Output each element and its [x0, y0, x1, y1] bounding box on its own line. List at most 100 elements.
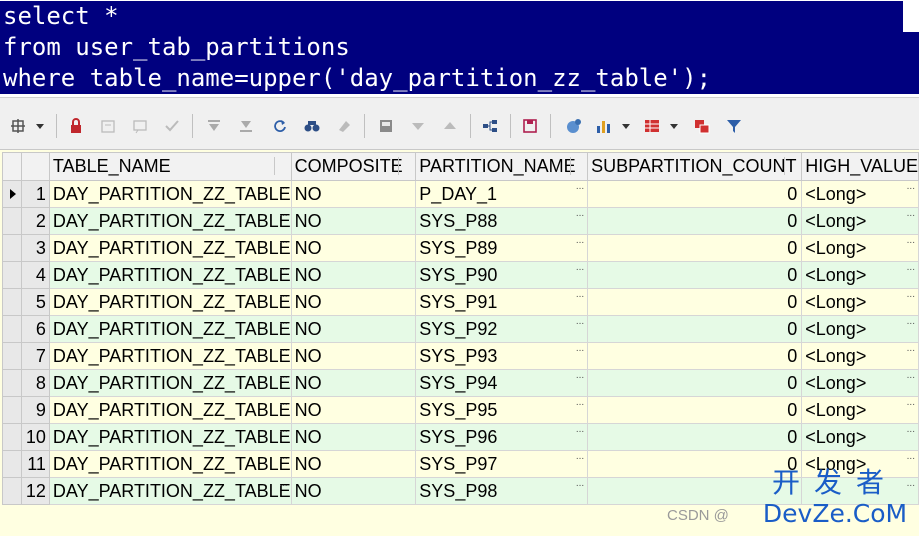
- cell-high-value[interactable]: <Long>...: [801, 342, 919, 370]
- cell-table-name[interactable]: DAY_PARTITION_ZZ_TABLE...: [48, 477, 292, 505]
- cell-high-value[interactable]: <Long>...: [801, 180, 919, 208]
- row-indicator[interactable]: [1, 315, 23, 343]
- save-disk-icon[interactable]: [520, 116, 540, 136]
- cell-high-value[interactable]: <Long>...: [801, 315, 919, 343]
- cell-composite[interactable]: NO: [290, 207, 417, 235]
- cell-composite[interactable]: NO: [290, 396, 417, 424]
- table-row[interactable]: 1 DAY_PARTITION_ZZ_TABLE... NO P_DAY_1... 0 <…: [1, 180, 919, 208]
- cell-composite[interactable]: NO: [290, 450, 417, 478]
- cell-composite[interactable]: NO: [290, 288, 417, 316]
- cell-partition-name[interactable]: SYS_P96...: [415, 423, 589, 451]
- post-edit-icon[interactable]: [162, 116, 182, 136]
- cell-ellipsis-button[interactable]: ...: [279, 371, 287, 381]
- find-icon[interactable]: [302, 116, 322, 136]
- row-indicator[interactable]: [1, 477, 23, 505]
- clear-icon[interactable]: [334, 116, 354, 136]
- lock-icon[interactable]: [66, 116, 86, 136]
- cell-composite[interactable]: NO: [290, 315, 417, 343]
- cell-partition-name[interactable]: SYS_P91...: [415, 288, 589, 316]
- cell-ellipsis-button[interactable]: ...: [576, 209, 584, 219]
- cell-table-name[interactable]: DAY_PARTITION_ZZ_TABLE...: [48, 450, 292, 478]
- cell-subpartition-count[interactable]: 0: [587, 342, 803, 370]
- table-row[interactable]: 3 DAY_PARTITION_ZZ_TABLE... NO SYS_P89... 0 <…: [1, 234, 919, 262]
- cell-high-value[interactable]: <Long>...: [801, 261, 919, 289]
- insert-record-icon[interactable]: [98, 116, 118, 136]
- cell-ellipsis-button[interactable]: ...: [576, 479, 584, 489]
- cell-composite[interactable]: NO: [290, 369, 417, 397]
- save-icon[interactable]: [376, 116, 396, 136]
- cell-high-value[interactable]: <Long>...: [801, 288, 919, 316]
- cell-partition-name[interactable]: SYS_P88...: [415, 207, 589, 235]
- cell-subpartition-count[interactable]: 0: [587, 234, 803, 262]
- sql-editor[interactable]: select * from user_tab_partitions where …: [0, 0, 919, 96]
- cell-ellipsis-button[interactable]: ...: [279, 290, 287, 300]
- cell-ellipsis-button[interactable]: ...: [279, 425, 287, 435]
- column-header-partition-name[interactable]: PARTITION_NAME: [415, 152, 589, 181]
- cell-ellipsis-button[interactable]: ...: [279, 236, 287, 246]
- cell-partition-name[interactable]: SYS_P93...: [415, 342, 589, 370]
- cell-ellipsis-button[interactable]: ...: [907, 452, 915, 462]
- cell-composite[interactable]: NO: [290, 261, 417, 289]
- row-number[interactable]: 10: [21, 423, 50, 451]
- row-number[interactable]: 9: [21, 396, 50, 424]
- cell-composite[interactable]: NO: [290, 477, 417, 505]
- cell-subpartition-count[interactable]: 0: [587, 369, 803, 397]
- cell-ellipsis-button[interactable]: ...: [279, 317, 287, 327]
- cell-partition-name[interactable]: SYS_P94...: [415, 369, 589, 397]
- cell-ellipsis-button[interactable]: ...: [279, 344, 287, 354]
- cell-table-name[interactable]: DAY_PARTITION_ZZ_TABLE...: [48, 234, 292, 262]
- cell-ellipsis-button[interactable]: ...: [576, 344, 584, 354]
- row-indicator[interactable]: [1, 423, 23, 451]
- chart-icon[interactable]: [594, 116, 614, 136]
- row-number[interactable]: 1: [21, 180, 50, 208]
- cell-subpartition-count[interactable]: 0: [587, 261, 803, 289]
- cell-composite[interactable]: NO: [290, 423, 417, 451]
- cell-table-name[interactable]: DAY_PARTITION_ZZ_TABLE...: [48, 342, 292, 370]
- first-record-icon[interactable]: [204, 116, 224, 136]
- table-row[interactable]: 8 DAY_PARTITION_ZZ_TABLE... NO SYS_P94... 0 <…: [1, 369, 919, 397]
- cell-high-value[interactable]: <Long>...: [801, 423, 919, 451]
- move-up-icon[interactable]: [440, 116, 460, 136]
- cell-ellipsis-button[interactable]: ...: [279, 263, 287, 273]
- cell-ellipsis-button[interactable]: ...: [576, 371, 584, 381]
- last-record-icon[interactable]: [236, 116, 256, 136]
- cell-table-name[interactable]: DAY_PARTITION_ZZ_TABLE...: [48, 180, 292, 208]
- row-number[interactable]: 4: [21, 261, 50, 289]
- cell-ellipsis-button[interactable]: ...: [907, 263, 915, 273]
- cell-partition-name[interactable]: SYS_P98...: [415, 477, 589, 505]
- cell-ellipsis-button[interactable]: ...: [576, 398, 584, 408]
- row-indicator[interactable]: [1, 450, 23, 478]
- export-icon[interactable]: [564, 116, 584, 136]
- column-resize-handle[interactable]: [570, 157, 585, 175]
- cell-high-value[interactable]: <Long>...: [801, 369, 919, 397]
- cell-ellipsis-button[interactable]: ...: [576, 263, 584, 273]
- cell-ellipsis-button[interactable]: ...: [907, 344, 915, 354]
- cell-ellipsis-button[interactable]: ...: [279, 182, 287, 192]
- cell-ellipsis-button[interactable]: ...: [907, 371, 915, 381]
- chevron-down-icon[interactable]: [36, 124, 44, 129]
- cell-table-name[interactable]: DAY_PARTITION_ZZ_TABLE...: [48, 315, 292, 343]
- cell-composite[interactable]: NO: [290, 180, 417, 208]
- cell-ellipsis-button[interactable]: ...: [279, 398, 287, 408]
- row-number[interactable]: 8: [21, 369, 50, 397]
- cell-table-name[interactable]: DAY_PARTITION_ZZ_TABLE...: [48, 396, 292, 424]
- column-header-composite[interactable]: COMPOSITE: [290, 152, 417, 181]
- cell-partition-name[interactable]: SYS_P95...: [415, 396, 589, 424]
- cell-subpartition-count[interactable]: 0: [587, 396, 803, 424]
- cell-ellipsis-button[interactable]: ...: [907, 398, 915, 408]
- cell-ellipsis-button[interactable]: ...: [576, 452, 584, 462]
- table-row[interactable]: 6 DAY_PARTITION_ZZ_TABLE... NO SYS_P92... 0 <…: [1, 315, 919, 343]
- cell-ellipsis-button[interactable]: ...: [907, 236, 915, 246]
- cell-composite[interactable]: NO: [290, 234, 417, 262]
- cell-ellipsis-button[interactable]: ...: [576, 290, 584, 300]
- cell-ellipsis-button[interactable]: ...: [907, 209, 915, 219]
- tree-icon[interactable]: [480, 116, 500, 136]
- sql-line-2[interactable]: from user_tab_partitions: [0, 32, 919, 63]
- cell-high-value[interactable]: <Long>...: [801, 234, 919, 262]
- row-number[interactable]: 2: [21, 207, 50, 235]
- table-row[interactable]: 10 DAY_PARTITION_ZZ_TABLE... NO SYS_P96... 0…: [1, 423, 919, 451]
- column-resize-handle[interactable]: [273, 157, 289, 175]
- query-options-icon[interactable]: [8, 116, 28, 136]
- cell-ellipsis-button[interactable]: ...: [576, 425, 584, 435]
- cell-partition-name[interactable]: SYS_P90...: [415, 261, 589, 289]
